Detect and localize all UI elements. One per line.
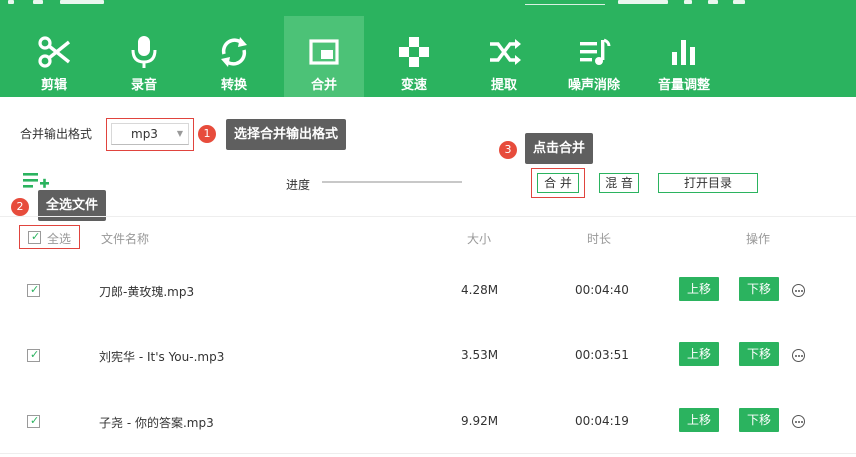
move-down-button[interactable]: 下移 [739,408,779,432]
open-directory-button[interactable]: 打开目录 [658,173,758,193]
more-icon[interactable] [792,415,805,428]
tool-label: 录音 [130,78,157,93]
move-up-button[interactable]: 上移 [679,408,719,432]
convert-icon [221,37,247,67]
move-up-button[interactable]: 上移 [679,277,719,301]
noise-removal-icon [580,38,611,65]
tool-cut[interactable]: 剪辑 [14,16,94,97]
microphone-icon [131,36,157,68]
header-size: 大小 [467,232,492,246]
speed-icon [399,37,429,67]
tool-merge[interactable]: 合并 [284,16,364,97]
tool-label: 变速 [400,78,427,93]
table-row: ✓ 刘宪华 - It's You-.mp3 3.53M 00:03:51 上移 … [0,322,856,387]
file-duration: 00:04:40 [575,283,629,297]
tool-speed[interactable]: 变速 [374,16,454,97]
format-highlight: mp3 ▼ [106,118,194,151]
tool-label: 提取 [490,78,517,93]
merge-button[interactable]: 合 并 [537,173,579,193]
row-checkbox[interactable]: ✓ [27,414,40,428]
title-strip [0,0,856,8]
move-down-button[interactable]: 下移 [739,277,779,301]
tooltip-select-format: 选择合并输出格式 [226,119,347,150]
tool-convert[interactable]: 转换 [194,16,274,97]
extract-icon [490,39,521,65]
top-toolbar: 剪辑 录音 转换 合并 变速 提取 噪声消除 音量调整 [0,0,856,97]
progress-label: 进度 [286,178,311,192]
step-badge-1: 1 [198,125,216,143]
table-row: ✓ 子尧 - 你的答案.mp3 9.92M 00:04:19 上移 下移 [0,388,856,453]
format-label: 合并输出格式 [20,127,93,141]
mix-button[interactable]: 混 音 [599,173,639,193]
format-select[interactable]: mp3 ▼ [111,123,189,145]
file-duration: 00:04:19 [575,414,629,428]
tool-label: 音量调整 [657,78,710,93]
header-file-name: 文件名称 [101,232,150,246]
tool-volume-adjust[interactable]: 音量调整 [644,16,724,97]
volume-adjust-icon [672,40,695,65]
more-icon[interactable] [792,284,805,297]
select-all-highlight: ✓ 全选 [19,225,80,249]
progress-bar [322,181,462,183]
file-name: 子尧 - 你的答案.mp3 [99,416,214,430]
table-row: ✓ 刀郎-黄玫瑰.mp3 4.28M 00:04:40 上移 下移 [0,257,856,322]
tool-record[interactable]: 录音 [104,16,184,97]
file-name: 刀郎-黄玫瑰.mp3 [99,285,195,299]
file-duration: 00:03:51 [575,348,629,362]
format-value: mp3 [131,127,158,141]
tooltip-click-merge: 点击合并 [525,133,594,164]
tool-label: 噪声消除 [567,78,620,93]
tool-extract[interactable]: 提取 [464,16,544,97]
move-up-button[interactable]: 上移 [679,342,719,366]
check-icon: ✓ [31,230,41,243]
divider [0,216,856,217]
scissors-icon [38,36,71,68]
tool-label: 剪辑 [40,78,67,93]
more-icon[interactable] [792,349,805,362]
select-all-label: 全选 [47,232,72,246]
chevron-down-icon: ▼ [176,129,183,138]
header-duration: 时长 [587,232,612,246]
check-icon: ✓ [30,283,40,296]
file-size: 3.53M [461,348,499,362]
merge-icon [309,39,339,65]
file-size: 9.92M [461,414,499,428]
move-down-button[interactable]: 下移 [739,342,779,366]
step-badge-2: 2 [11,198,29,216]
select-all-checkbox[interactable]: ✓ [28,230,41,244]
tool-noise-removal[interactable]: 噪声消除 [554,16,634,97]
bottom-divider [0,453,856,454]
row-checkbox[interactable]: ✓ [27,283,40,297]
header-action: 操作 [746,232,771,246]
check-icon: ✓ [30,348,40,361]
row-checkbox[interactable]: ✓ [27,348,40,362]
check-icon: ✓ [30,414,40,427]
file-name: 刘宪华 - It's You-.mp3 [99,350,225,364]
tool-label: 转换 [220,78,247,93]
tool-label: 合并 [310,78,337,93]
merge-highlight: 合 并 [531,168,585,198]
file-size: 4.28M [461,283,499,297]
step-badge-3: 3 [499,141,517,159]
